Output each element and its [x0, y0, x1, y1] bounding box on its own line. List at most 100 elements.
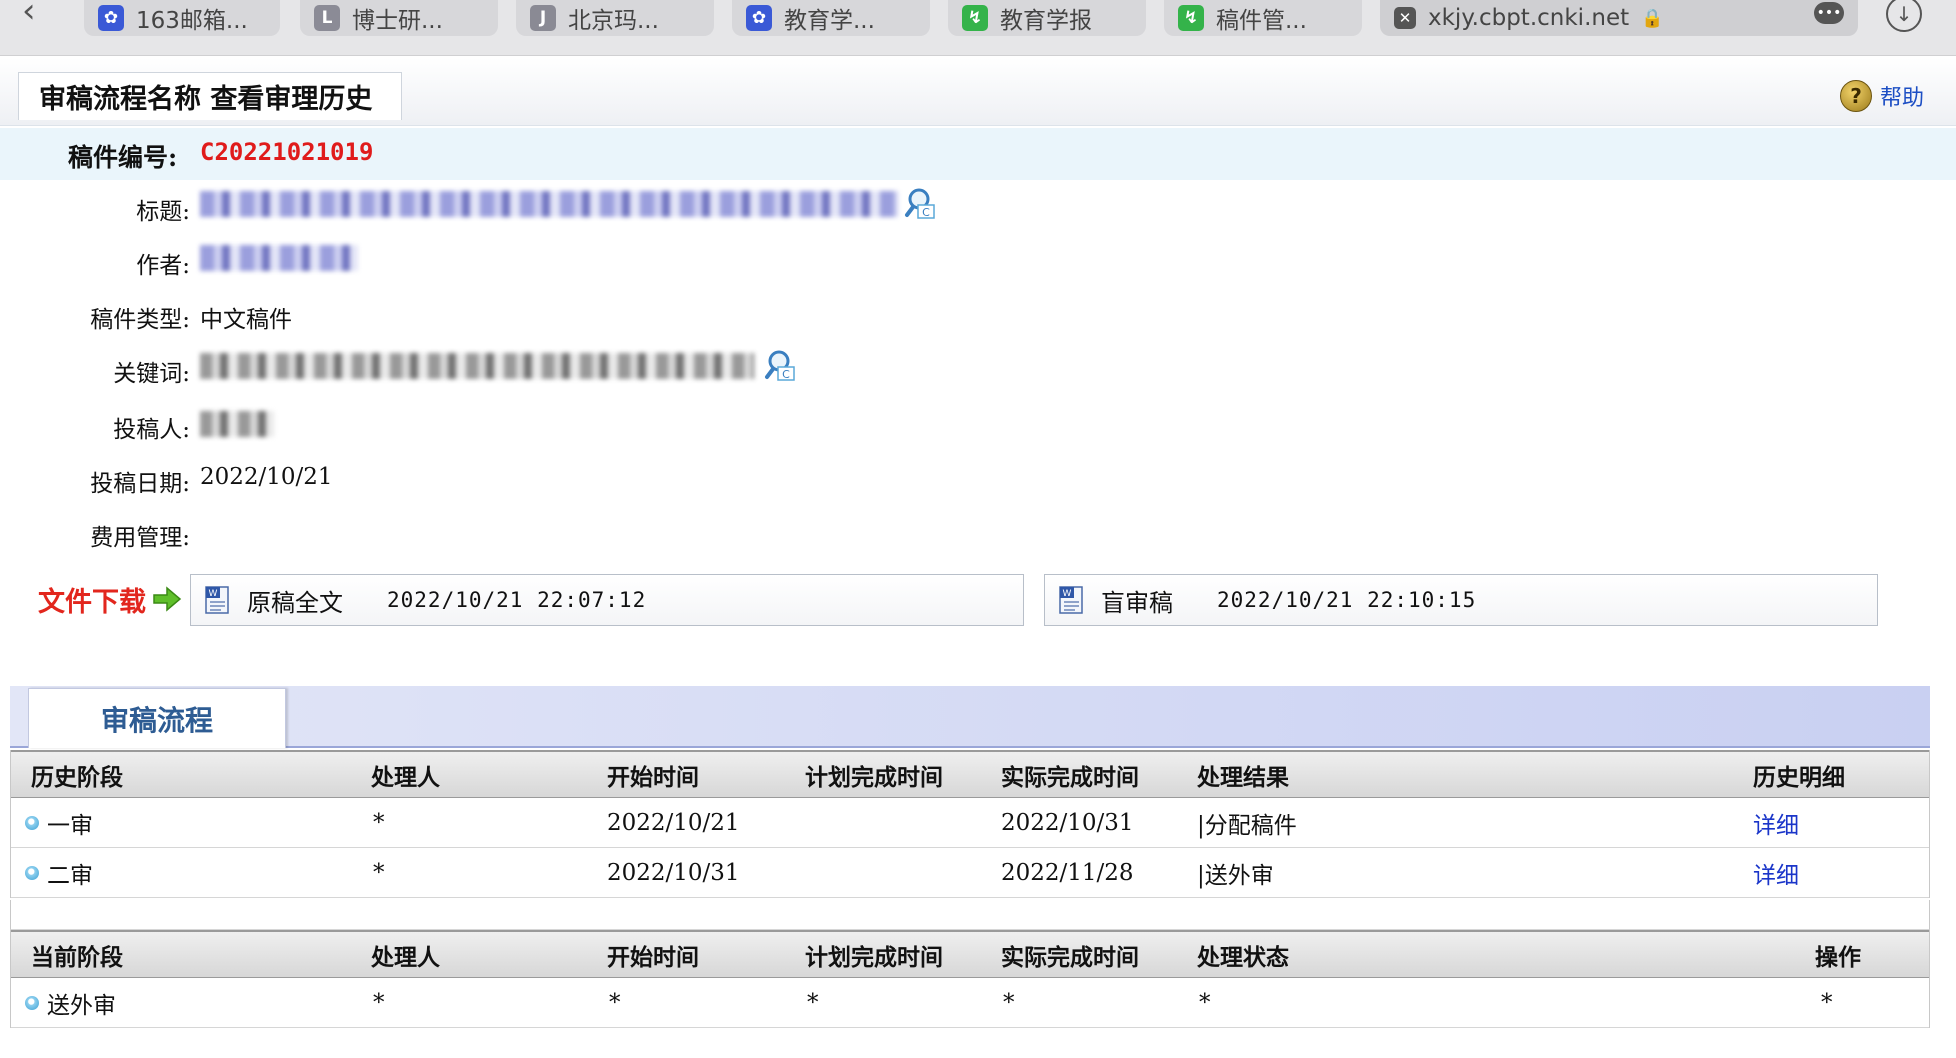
browser-tab-beijing[interactable]: J 北京玛... [516, 0, 714, 36]
result-cell: |分配稿件 [1197, 812, 1297, 839]
stage-name: 二审 [47, 862, 93, 889]
table-row: 二审 * 2022/10/31 2022/11/28 |送外审 详细 [11, 848, 1929, 898]
stage-name: 送外审 [47, 992, 116, 1019]
keywords-label: 关键词: [113, 361, 190, 387]
file-name: 原稿全文 [247, 588, 343, 617]
help-label: 帮助 [1880, 86, 1925, 111]
download-icon[interactable]: ↓ [1886, 0, 1922, 32]
stage-name: 一审 [47, 812, 93, 839]
bullet-icon [25, 995, 39, 1010]
browser-tab-education[interactable]: ✿ 教育学... [732, 0, 930, 36]
cnki-icon: ↯ [962, 5, 988, 31]
svg-text:W: W [209, 589, 218, 599]
type-label: 稿件类型: [90, 307, 190, 333]
arrow-right-icon [153, 586, 182, 612]
title-value [200, 190, 898, 217]
browser-tab-manuscript[interactable]: ↯ 稿件管... [1164, 0, 1362, 36]
redacted-keywords [200, 353, 754, 379]
action-cell[interactable]: * [1821, 978, 1833, 1027]
letter-j-icon: J [530, 5, 556, 31]
bullet-icon [25, 815, 39, 830]
tab-review-workflow[interactable]: 审稿流程 [28, 688, 286, 748]
file-timestamp: 2022/10/21 22:07:12 [387, 588, 647, 612]
author-value [200, 244, 358, 271]
cnki-search-icon[interactable]: C [764, 348, 798, 382]
column-header: 开始时间 [607, 943, 699, 971]
back-chevron-icon[interactable]: ‹ [22, 0, 62, 36]
manuscript-id-label: 稿件编号: [68, 143, 178, 172]
more-icon[interactable]: ••• [1814, 2, 1844, 24]
tab-label: 教育学报 [1000, 8, 1092, 34]
download-original-full-text[interactable]: W 原稿全文 2022/10/21 22:07:12 [190, 574, 1024, 626]
history-table: 历史阶段 处理人 开始时间 计划完成时间 实际完成时间 处理结果 历史明细 一审… [10, 750, 1930, 898]
svg-text:C: C [782, 368, 790, 381]
tab-label: 稿件管... [1216, 8, 1307, 34]
column-header: 实际完成时间 [1001, 763, 1139, 791]
title-label: 标题: [136, 199, 190, 225]
column-header: 计划完成时间 [805, 763, 943, 791]
handler-cell: * [373, 989, 385, 1016]
tab-label: 163邮箱... [136, 8, 248, 34]
stage-cell: 送外审 [25, 978, 116, 1027]
column-header: 历史明细 [1753, 763, 1845, 791]
download-blind-review[interactable]: W 盲审稿 2022/10/21 22:10:15 [1044, 574, 1878, 626]
tab-url: xkjy.cbpt.cnki.net [1428, 5, 1630, 31]
result-cell: |送外审 [1197, 862, 1274, 889]
actual-cell: 2022/10/31 [1001, 809, 1134, 836]
stage-cell: 一审 [25, 798, 93, 847]
keywords-value [200, 352, 754, 379]
redacted-title [200, 191, 898, 217]
actual-cell: 2022/11/28 [1001, 859, 1134, 886]
cnki-icon: ↯ [1178, 5, 1204, 31]
help-link[interactable]: ? 帮助 [1840, 78, 1924, 114]
actual-cell: * [1003, 989, 1015, 1016]
handler-cell: * [373, 859, 385, 886]
baidu-paw-icon: ✿ [98, 5, 124, 31]
column-header: 处理状态 [1197, 943, 1289, 971]
column-header: 开始时间 [607, 763, 699, 791]
submitter-value [200, 410, 274, 437]
current-stage-table: 当前阶段 处理人 开始时间 计划完成时间 实际完成时间 处理状态 操作 送外审 … [10, 930, 1930, 1028]
start-cell: 2022/10/21 [607, 809, 740, 836]
detail-link[interactable]: 详细 [1753, 848, 1799, 897]
file-timestamp: 2022/10/21 22:10:15 [1217, 588, 1477, 612]
detail-link[interactable]: 详细 [1753, 798, 1799, 847]
author-label: 作者: [136, 253, 190, 279]
type-value: 中文稿件 [200, 307, 292, 333]
browser-tab-active[interactable]: ✕ xkjy.cbpt.cnki.net 🔒 ••• [1380, 0, 1858, 36]
column-header: 处理人 [371, 763, 440, 791]
cnki-search-icon[interactable]: C [904, 186, 938, 220]
column-header: 实际完成时间 [1001, 943, 1139, 971]
redacted-submitter [200, 411, 274, 437]
column-header: 处理结果 [1197, 763, 1289, 791]
stage-cell: 二审 [25, 848, 93, 897]
fee-label: 费用管理: [90, 525, 190, 551]
word-document-icon: W [1059, 586, 1083, 614]
column-header: 操作 [1815, 943, 1861, 971]
page-title: 审稿流程名称 查看审理历史 [18, 72, 402, 120]
file-name: 盲审稿 [1101, 588, 1173, 617]
tab-label: 北京玛... [568, 8, 659, 34]
status-cell: * [1199, 989, 1211, 1016]
planned-cell: * [807, 989, 819, 1016]
column-header: 计划完成时间 [805, 943, 943, 971]
help-icon: ? [1840, 80, 1872, 112]
browser-tab-163-mail[interactable]: ✿ 163邮箱... [84, 0, 280, 36]
file-download-label: 文件下载 [38, 587, 146, 618]
table-spacer [10, 900, 1930, 930]
column-header: 历史阶段 [31, 763, 123, 791]
word-document-icon: W [205, 586, 229, 614]
close-icon[interactable]: ✕ [1394, 7, 1416, 29]
bullet-icon [25, 865, 39, 880]
start-cell: * [609, 989, 621, 1016]
browser-tab-phd[interactable]: L 博士研... [300, 0, 498, 36]
column-header: 处理人 [371, 943, 440, 971]
submit-date-label: 投稿日期: [90, 471, 190, 497]
manuscript-id-value: C20221021019 [200, 138, 374, 166]
tab-label: 博士研... [352, 8, 443, 34]
browser-tab-bar: ‹ ✿ 163邮箱... L 博士研... J 北京玛... ✿ 教育学... … [0, 0, 1956, 56]
svg-text:C: C [922, 206, 930, 219]
redacted-author [200, 245, 358, 271]
browser-tab-education-journal[interactable]: ↯ 教育学报 [948, 0, 1146, 36]
start-cell: 2022/10/31 [607, 859, 740, 886]
